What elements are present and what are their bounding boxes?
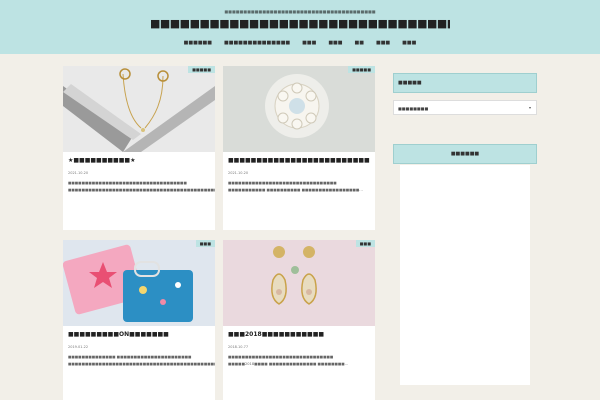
necklace-photo xyxy=(63,66,215,152)
chevron-down-icon: ▾ xyxy=(528,105,531,110)
post-card[interactable]: ■■■ ■■■■■■■■■ON■■■■■■■ 2019.01.22 ■■■■■■… xyxy=(63,240,215,400)
post-card[interactable]: ■■■ ■■■2018■■■■■■■■■■■ 2018.10.77 ■■■■■■… xyxy=(223,240,375,400)
post-thumbnail[interactable] xyxy=(63,240,215,326)
nav-item-6[interactable]: ■■■ xyxy=(376,40,390,46)
post-thumbnail[interactable] xyxy=(223,240,375,326)
nav-item-1[interactable]: ■■■■■■ xyxy=(184,40,212,46)
post-title[interactable]: ■■■■■■■■■■■■■■■■■■■■■■■■■■■■■ xyxy=(228,157,370,164)
archive-select[interactable]: ■■■■■■■■ ▾ xyxy=(393,100,537,115)
post-card[interactable]: ■■■■■ ★■■■■■■■■■■★ 2021.10.20 ■■■■■■■■■■… xyxy=(63,66,215,230)
post-date: 2021.10.20 xyxy=(68,171,89,175)
earrings-photo xyxy=(223,240,375,326)
post-card[interactable]: ■■■■■ ■■■■■■■■■■■■■■■■■■■■■■■■■■■■■ 2021… xyxy=(223,66,375,230)
post-title[interactable]: ■■■■■■■■■ON■■■■■■■ xyxy=(68,331,210,338)
site-tagline: ■■■■■■■■■■■■■■■■■■■■■■■■■■■■■■■■■■■■■■■■ xyxy=(224,9,376,14)
nav-item-7[interactable]: ■■■ xyxy=(402,40,416,46)
post-title[interactable]: ★■■■■■■■■■■★ xyxy=(68,157,210,164)
category-badge[interactable]: ■■■ xyxy=(195,240,215,247)
category-widget-body xyxy=(400,165,530,385)
post-excerpt: ■■■■■■■■■■■■■■■■■■■■■■■■■■■■■■■■ ■■■■■■■… xyxy=(228,181,363,192)
post-date: 2019.01.22 xyxy=(68,345,89,349)
pearl-ring-photo xyxy=(223,66,375,152)
category-badge[interactable]: ■■■■■ xyxy=(348,66,375,73)
category-widget-title: ■■■■■■ xyxy=(393,144,537,164)
category-badge[interactable]: ■■■ xyxy=(355,240,375,247)
main-nav: ■■■■■■ ■■■■■■■■■■■■■■ ■■■ ■■■ ■■ ■■■ ■■■ xyxy=(0,40,600,46)
nav-item-3[interactable]: ■■■ xyxy=(302,40,316,46)
nav-item-5[interactable]: ■■ xyxy=(355,40,364,46)
post-excerpt: ■■■■■■■■■■■■■■■■■■■■■■■■■■■■■■■■■■■ ■■■■… xyxy=(68,181,215,192)
post-excerpt: ■■■■■■■■■■■■■■■■■■■■■■■■■■■■■■■ ■■■■■201… xyxy=(228,355,349,366)
site-header: ■■■■■■■■■■■■■■■■■■■■■■■■■■■■■■■■■■■■■■■■… xyxy=(0,0,600,54)
category-badge[interactable]: ■■■■■ xyxy=(188,66,215,73)
site-title[interactable]: ■■■■■■■■■■■■■■■■■■■■■■■■■■■■■■■■■■■■■■■■ xyxy=(150,17,450,30)
nav-item-4[interactable]: ■■■ xyxy=(328,40,342,46)
archive-select-value: ■■■■■■■■ xyxy=(398,106,429,111)
nav-item-2[interactable]: ■■■■■■■■■■■■■■ xyxy=(224,40,290,46)
pouch-photo xyxy=(63,240,215,326)
post-date: 2021.10.20 xyxy=(228,171,249,175)
post-thumbnail[interactable] xyxy=(63,66,215,152)
archive-widget-title: ■■■■■ xyxy=(393,73,537,93)
post-title[interactable]: ■■■2018■■■■■■■■■■■ xyxy=(228,331,370,338)
post-thumbnail[interactable] xyxy=(223,66,375,152)
post-date: 2018.10.77 xyxy=(228,345,249,349)
post-excerpt: ■■■■■■■■■■■■■■ ■■■■■■■■■■■■■■■■■■■■■■ ■■… xyxy=(68,355,215,366)
